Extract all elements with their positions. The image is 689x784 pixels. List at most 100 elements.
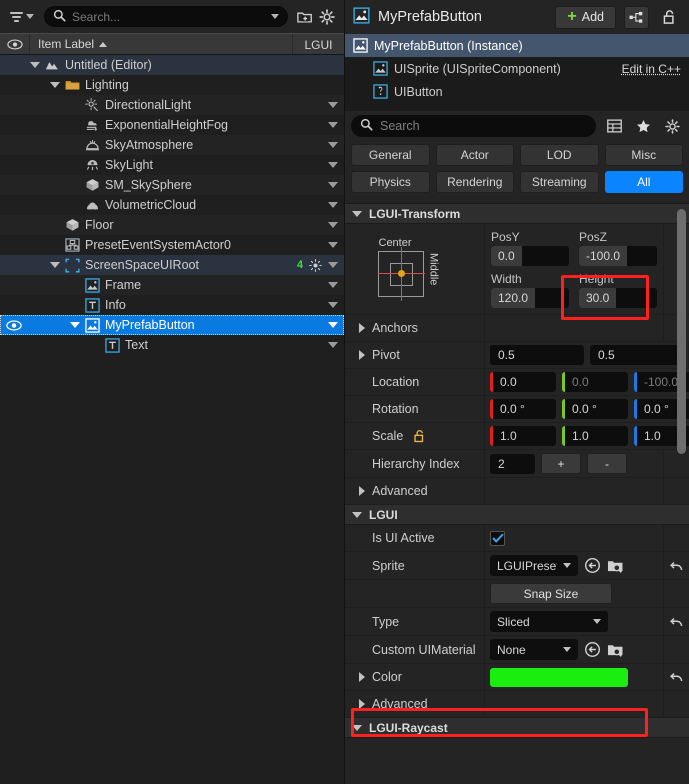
rotation-input-x[interactable]: 0.0 ° (490, 399, 556, 419)
row-chevron-down-icon[interactable] (328, 142, 338, 148)
row-chevron-down-icon[interactable] (328, 342, 338, 348)
row-chevron-down-icon[interactable] (328, 202, 338, 208)
row-chevron-down-icon[interactable] (328, 102, 338, 108)
category-lod[interactable]: LOD (520, 144, 599, 166)
color-swatch[interactable] (490, 667, 628, 687)
filter-icon[interactable] (6, 9, 38, 25)
expand-twisty-icon[interactable] (28, 62, 42, 68)
snap-size-button[interactable]: Snap Size (490, 583, 612, 604)
row-chevron-down-icon[interactable] (328, 302, 338, 308)
category-rendering[interactable]: Rendering (435, 171, 514, 193)
revert-icon[interactable] (669, 559, 684, 573)
section-lgui-transform[interactable]: LGUI-Transform (345, 204, 689, 224)
column-item-label[interactable]: Item Label (30, 37, 292, 51)
outliner-search-input[interactable] (72, 9, 271, 24)
scale-input-x[interactable]: 1.0 (490, 426, 556, 446)
component-row[interactable]: UIButton (345, 80, 689, 103)
category-all[interactable]: All (604, 171, 683, 193)
outliner-row-directionallight[interactable]: DirectionalLight (0, 95, 344, 115)
is-ui-active-checkbox[interactable] (490, 530, 505, 546)
expand-twisty-icon[interactable] (359, 486, 365, 496)
outliner-row-skyatmosphere[interactable]: SkyAtmosphere (0, 135, 344, 155)
details-search-input[interactable] (380, 119, 587, 133)
edit-in-cpp-link[interactable]: Edit in C++ (622, 62, 681, 76)
custom-uimaterial-dropdown[interactable]: None (490, 639, 578, 660)
outliner-row-screenspaceuiroot[interactable]: ScreenSpaceUIRoot 4 (0, 255, 344, 275)
hierarchy-index-decrease[interactable]: - (587, 453, 627, 474)
browse-back-icon[interactable] (584, 641, 601, 658)
column-lgui[interactable]: LGUI (292, 34, 344, 54)
category-physics[interactable]: Physics (351, 171, 430, 193)
row-chevron-down-icon[interactable] (328, 282, 338, 288)
category-streaming[interactable]: Streaming (520, 171, 599, 193)
scale-input-y[interactable]: 1.0 (562, 426, 628, 446)
section-lgui[interactable]: LGUI (345, 505, 689, 525)
location-input-y[interactable]: 0.0 (562, 372, 628, 392)
row-chevron-down-icon[interactable] (328, 222, 338, 228)
pivot-input-0[interactable]: 0.5 (490, 345, 584, 365)
browse-back-icon[interactable] (584, 557, 601, 574)
outliner-row-floor[interactable]: Floor (0, 215, 344, 235)
outliner-row-preseteventsystemactor0[interactable]: PresetEventSystemActor0 (0, 235, 344, 255)
anchor-widget[interactable]: Center Middle (345, 224, 485, 314)
category-general[interactable]: General (351, 144, 430, 166)
height-input[interactable]: 30.0 (579, 288, 657, 308)
section-lgui-raycast[interactable]: LGUI-Raycast (345, 718, 689, 738)
type-dropdown[interactable]: Sliced (490, 611, 608, 632)
rotation-input-y[interactable]: 0.0 ° (562, 399, 628, 419)
gear-icon[interactable] (316, 6, 338, 28)
category-misc[interactable]: Misc (604, 144, 683, 166)
outliner-row-text[interactable]: Text (0, 335, 344, 355)
expand-twisty-icon[interactable] (359, 350, 365, 360)
outliner-row-exponentialheightfog[interactable]: ExponentialHeightFog (0, 115, 344, 135)
component-row[interactable]: MyPrefabButton (Instance) (345, 34, 689, 57)
revert-icon[interactable] (669, 670, 684, 684)
hierarchy-index-input[interactable]: 2 (490, 453, 535, 474)
outliner-row-frame[interactable]: Frame (0, 275, 344, 295)
unlock-icon[interactable] (657, 6, 681, 29)
visibility-eye-icon[interactable] (0, 319, 28, 331)
location-input-x[interactable]: 0.0 (490, 372, 556, 392)
chevron-down-icon[interactable] (271, 14, 279, 19)
row-chevron-down-icon[interactable] (328, 182, 338, 188)
row-chevron-down-icon[interactable] (328, 162, 338, 168)
hierarchy-index-increase[interactable]: + (541, 453, 581, 474)
blueprint-icon[interactable] (624, 5, 649, 29)
revert-icon[interactable] (669, 615, 684, 629)
posz-input[interactable]: -100.0 (579, 246, 657, 266)
outliner-row-sm-skysphere[interactable]: SM_SkySphere (0, 175, 344, 195)
row-chevron-down-icon[interactable] (328, 262, 338, 268)
outliner-row-skylight[interactable]: SkyLight (0, 155, 344, 175)
posy-input[interactable]: 0.0 (491, 246, 569, 266)
outliner-row-myprefabbutton[interactable]: MyPrefabButton (0, 315, 344, 335)
expand-twisty-icon[interactable] (359, 672, 365, 682)
row-chevron-down-icon[interactable] (328, 122, 338, 128)
properties-scrollbar[interactable] (677, 209, 686, 454)
gear-icon[interactable] (661, 115, 683, 137)
category-actor[interactable]: Actor (435, 144, 514, 166)
new-folder-icon[interactable] (294, 6, 316, 28)
sprite-dropdown[interactable]: LGUIPreset_ (490, 555, 578, 576)
details-search[interactable] (351, 115, 596, 137)
unlock-icon[interactable] (413, 429, 426, 443)
columns-icon[interactable] (603, 115, 625, 137)
outliner-search[interactable] (44, 6, 288, 27)
outliner-row-untitled-editor[interactable]: Untitled (Editor) (0, 55, 344, 75)
find-asset-icon[interactable] (607, 642, 624, 658)
expand-twisty-icon[interactable] (48, 82, 62, 88)
outliner-row-volumetriccloud[interactable]: VolumetricCloud (0, 195, 344, 215)
add-button[interactable]: + Add (555, 5, 616, 29)
expand-twisty-icon[interactable] (359, 699, 365, 709)
outliner-row-lighting[interactable]: Lighting (0, 75, 344, 95)
width-input[interactable]: 120.0 (491, 288, 569, 308)
star-icon[interactable] (632, 115, 654, 137)
expand-twisty-icon[interactable] (48, 262, 62, 268)
component-row[interactable]: UISprite (UISpriteComponent) Edit in C++ (345, 57, 689, 80)
expand-twisty-icon[interactable] (68, 322, 82, 328)
find-asset-icon[interactable] (607, 558, 624, 574)
pivot-input-1[interactable]: 0.5 (590, 345, 684, 365)
row-chevron-down-icon[interactable] (328, 242, 338, 248)
row-chevron-down-icon[interactable] (328, 322, 338, 328)
outliner-row-info[interactable]: Info (0, 295, 344, 315)
eye-icon[interactable] (0, 34, 30, 54)
